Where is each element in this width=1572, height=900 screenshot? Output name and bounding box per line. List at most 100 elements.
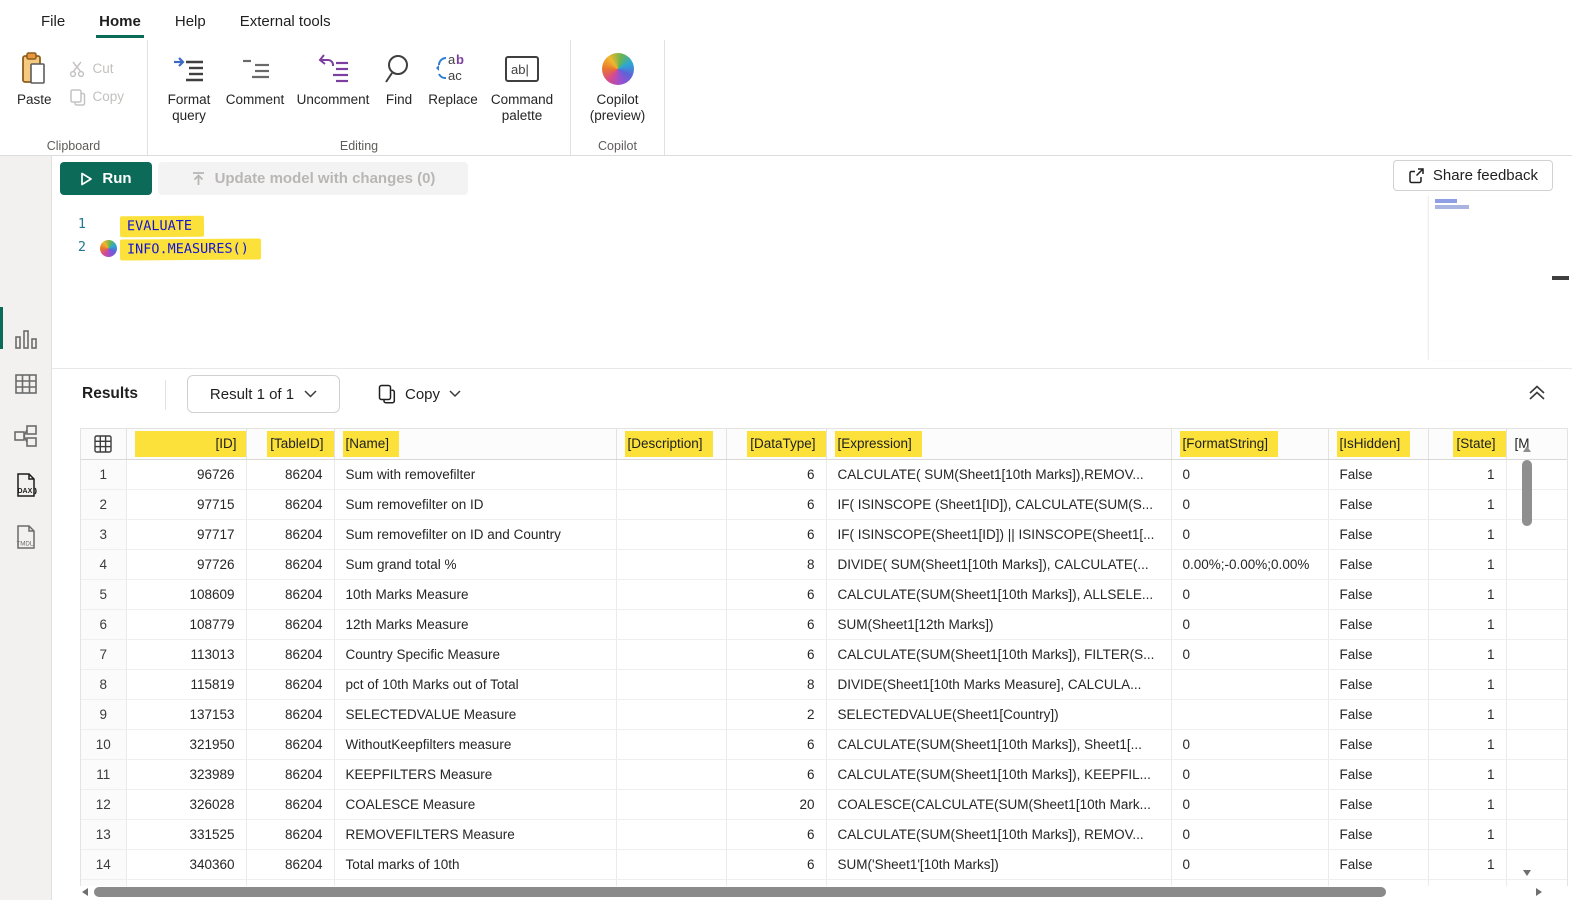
replace-icon: a b ac — [436, 50, 470, 88]
results-grid: [ID][TableID][Name][Description][DataTyp… — [80, 428, 1568, 886]
cell-rownum: 11 — [81, 759, 126, 789]
tmdl-view-icon: TMDL — [13, 524, 39, 550]
cell-mPartial — [1506, 639, 1568, 669]
cell-mPartial — [1506, 519, 1568, 549]
tab-external-tools[interactable]: External tools — [223, 4, 348, 40]
horizontal-scrollbar-thumb[interactable] — [94, 887, 1386, 897]
cell-state: 1 — [1428, 459, 1506, 489]
cell-expression: IF( ISINSCOPE(Sheet1[ID]) || ISINSCOPE(S… — [826, 519, 1171, 549]
scroll-right-arrow[interactable] — [1536, 888, 1542, 896]
comment-button[interactable]: Comment — [220, 46, 290, 112]
cell-name: Country Specific Measure — [334, 639, 616, 669]
collapse-results-button[interactable] — [1524, 380, 1550, 406]
column-label-dataType: [DataType] — [747, 431, 825, 457]
cut-icon — [69, 60, 87, 78]
column-header-dataType: [DataType] — [726, 429, 826, 459]
minimap-code-mark — [1435, 205, 1469, 209]
format-query-button[interactable]: Format query — [158, 46, 220, 127]
cell-formatString: 0 — [1171, 879, 1328, 886]
cell-mPartial — [1506, 459, 1568, 489]
cell-state: 1 — [1428, 699, 1506, 729]
cut-button[interactable]: Cut — [65, 58, 129, 80]
tab-help[interactable]: Help — [158, 4, 223, 40]
copilot-gutter-icon[interactable] — [100, 240, 117, 257]
code-token-evaluate: EVALUATE — [120, 216, 204, 238]
toolbar-separator — [165, 380, 166, 410]
external-link-icon — [1408, 167, 1425, 184]
cell-formatString: 0 — [1171, 489, 1328, 519]
table-row: 1232602886204COALESCE Measure20COALESCE(… — [81, 789, 1568, 819]
column-label-state: [State] — [1453, 431, 1505, 457]
sidebar-item-report-view[interactable] — [10, 323, 42, 355]
cell-expression: COALESCE(CALCULATE(SUM(Sheet1[10th Mark.… — [826, 789, 1171, 819]
copy-icon — [69, 88, 87, 106]
sidebar-item-dax-query-view[interactable]: DAX — [10, 469, 42, 501]
update-model-button[interactable]: Update model with changes (0) — [158, 162, 468, 195]
cell-dataType: 6 — [726, 759, 826, 789]
comment-label: Comment — [226, 92, 285, 108]
run-button[interactable]: Run — [60, 162, 152, 195]
cell-mPartial — [1506, 729, 1568, 759]
cell-tableId: 86204 — [246, 669, 334, 699]
update-model-label: Update model with changes (0) — [215, 170, 436, 187]
share-feedback-button[interactable]: Share feedback — [1393, 160, 1553, 191]
cell-description — [616, 639, 726, 669]
cell-isHidden: False — [1328, 759, 1428, 789]
scroll-left-arrow[interactable] — [82, 888, 88, 896]
cell-name: Sum grand total % — [334, 549, 616, 579]
cell-name: COALESCE Measure — [334, 789, 616, 819]
cell-tableId: 86204 — [246, 489, 334, 519]
cell-id: 115819 — [126, 669, 246, 699]
cell-description — [616, 549, 726, 579]
cell-dataType: 6 — [726, 879, 826, 886]
cell-expression: DIVIDE( SUM(Sheet1[10th Marks]), CALCULA… — [826, 549, 1171, 579]
vertical-scrollbar-thumb[interactable] — [1522, 460, 1532, 526]
command-palette-icon: ab| — [504, 50, 540, 88]
command-palette-button[interactable]: ab| Command palette — [484, 46, 560, 127]
scroll-up-arrow[interactable] — [1523, 446, 1531, 452]
cell-isHidden: False — [1328, 669, 1428, 699]
cell-formatString: 0 — [1171, 849, 1328, 879]
column-header-expression: [Expression] — [826, 429, 1171, 459]
cell-name: Sum removefilter on ID — [334, 489, 616, 519]
editor-scrollbar-mark[interactable] — [1552, 276, 1569, 280]
sidebar-item-table-view[interactable] — [10, 368, 42, 400]
cell-id: 108779 — [126, 609, 246, 639]
copilot-button[interactable]: Copilot (preview) — [577, 46, 658, 127]
copy-button[interactable]: Copy — [65, 86, 129, 108]
cell-name: Total marks of 10th — [334, 849, 616, 879]
dax-query-pane: Run Update model with changes (0) Share … — [52, 156, 1572, 900]
tab-home[interactable]: Home — [82, 4, 158, 40]
sidebar-item-model-view[interactable] — [10, 420, 42, 452]
svg-text:ac: ac — [448, 68, 462, 83]
cell-expression: CALCULATE(SUM(Sheet1[10th Marks]), KEEPF… — [826, 759, 1171, 789]
tab-file[interactable]: File — [24, 4, 82, 40]
vertical-scrollbar[interactable] — [1521, 458, 1533, 878]
cell-dataType: 6 — [726, 579, 826, 609]
cell-tableId: 86204 — [246, 729, 334, 759]
minimap[interactable] — [1428, 196, 1545, 360]
run-play-icon — [80, 172, 93, 186]
cell-formatString: 0 — [1171, 759, 1328, 789]
cell-description — [616, 789, 726, 819]
horizontal-scrollbar[interactable] — [80, 886, 1568, 898]
code-editor[interactable]: 1 EVALUATE 2 INFO.MEASURES() — [52, 200, 1572, 368]
cell-rownum: 12 — [81, 789, 126, 819]
cell-mPartial — [1506, 849, 1568, 879]
upload-arrow-icon — [191, 171, 206, 186]
column-header-id: [ID] — [126, 429, 246, 459]
uncomment-button[interactable]: Uncomment — [290, 46, 376, 112]
scroll-down-arrow[interactable] — [1523, 870, 1531, 876]
table-row: 1534343386204MIN Measure6MIN(Sheet1[10th… — [81, 879, 1568, 886]
double-chevron-up-icon — [1527, 384, 1547, 402]
find-button[interactable]: Find — [376, 46, 422, 112]
sidebar-item-tmdl-view[interactable]: TMDL — [10, 521, 42, 553]
copy-results-button[interactable]: Copy — [370, 378, 469, 410]
cell-state: 1 — [1428, 789, 1506, 819]
cell-id: 323989 — [126, 759, 246, 789]
replace-button[interactable]: a b ac Replace — [422, 46, 484, 112]
cell-rownum: 9 — [81, 699, 126, 729]
paste-button[interactable]: Paste — [12, 46, 57, 112]
result-selector-dropdown[interactable]: Result 1 of 1 — [187, 375, 340, 413]
cell-id: 113013 — [126, 639, 246, 669]
